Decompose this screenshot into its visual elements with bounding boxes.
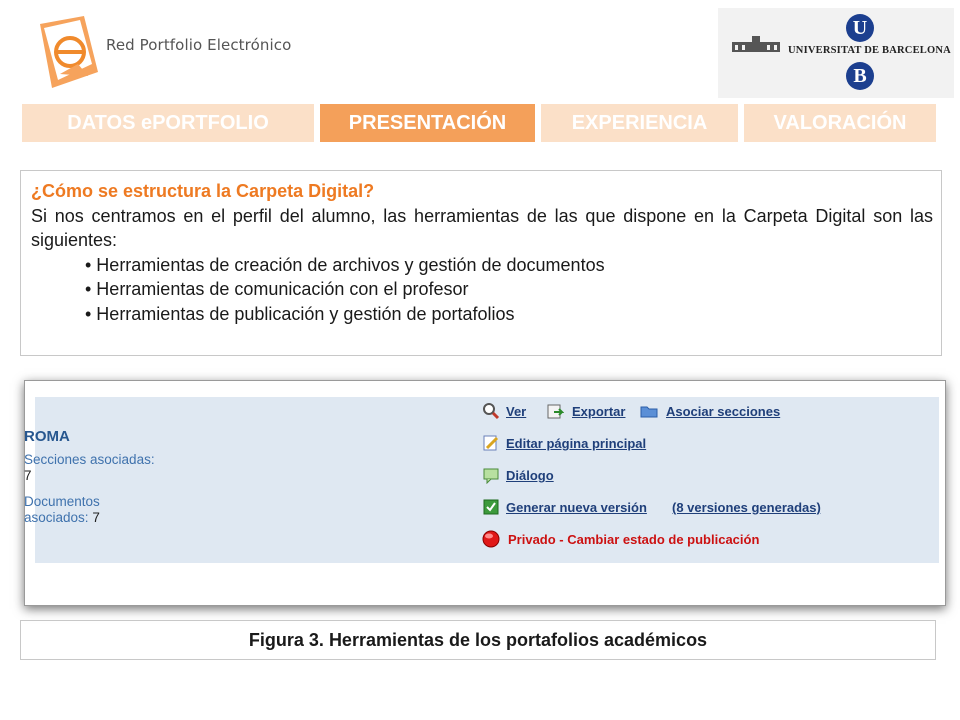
dialog-link[interactable]: Diálogo xyxy=(506,468,554,483)
brand-text: Red Portfolio Electrónico xyxy=(106,36,292,54)
ub-letter-b: B xyxy=(846,62,874,90)
ub-letter-u: U xyxy=(846,14,874,42)
figure-caption: Figura 3. Herramientas de los portafolio… xyxy=(20,620,936,660)
view-link[interactable]: Ver xyxy=(506,404,526,419)
associate-sections-link[interactable]: Asociar secciones xyxy=(666,404,780,419)
list-item: • Herramientas de publicación y gestión … xyxy=(85,303,515,324)
new-version-icon[interactable] xyxy=(482,498,500,516)
tab-valoracion[interactable]: VALORACIÓN xyxy=(744,104,936,142)
university-logo: U UNIVERSITAT DE BARCELONA B xyxy=(718,8,954,98)
content-box: ¿Cómo se estructura la Carpeta Digital? … xyxy=(20,170,942,356)
dialog-icon[interactable] xyxy=(482,466,500,484)
generate-version-link[interactable]: Generar nueva versión xyxy=(506,500,647,515)
list-item: • Herramientas de comunicación con el pr… xyxy=(85,279,469,299)
folder-icon[interactable] xyxy=(640,402,658,420)
question-heading: ¿Cómo se estructura la Carpeta Digital? xyxy=(31,181,375,201)
private-status-icon[interactable] xyxy=(482,530,500,548)
sections-value: 7 xyxy=(24,468,32,483)
tab-presentacion[interactable]: PRESENTACIÓN xyxy=(320,104,535,142)
tools-list: • Herramientas de creación de archivos y… xyxy=(85,253,933,327)
tab-datos-eportfolio[interactable]: DATOS ePORTFOLIO xyxy=(22,104,314,142)
documents-value: 7 xyxy=(92,510,100,525)
export-link[interactable]: Exportar xyxy=(572,404,625,419)
sections-label: Secciones asociadas: 7 xyxy=(24,452,155,483)
change-publication-status-link[interactable]: Privado - Cambiar estado de publicación xyxy=(508,532,759,547)
university-name: UNIVERSITAT DE BARCELONA xyxy=(788,45,951,56)
tab-experiencia[interactable]: EXPERIENCIA xyxy=(541,104,738,142)
export-icon[interactable] xyxy=(546,402,564,420)
intro-paragraph: Si nos centramos en el perfil del alumno… xyxy=(31,205,933,251)
list-item: • Herramientas de creación de archivos y… xyxy=(85,254,605,275)
building-icon xyxy=(732,36,780,52)
versions-link[interactable]: (8 versiones generadas) xyxy=(672,500,821,515)
red-portfolio-logo-icon xyxy=(40,16,98,88)
portfolio-title: ROMA xyxy=(24,428,70,445)
magnifier-icon[interactable] xyxy=(482,402,500,420)
edit-page-icon[interactable] xyxy=(482,434,500,452)
edit-main-page-link[interactable]: Editar página principal xyxy=(506,436,646,451)
documents-label: Documentos asociados: 7 xyxy=(24,494,100,525)
